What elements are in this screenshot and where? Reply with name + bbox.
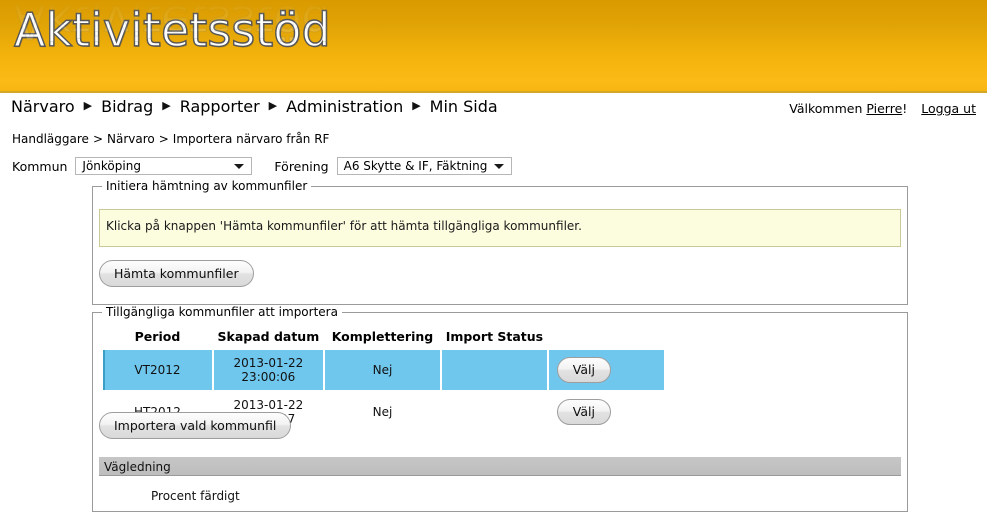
column-header-skapad-datum: Skapad datum	[217, 329, 320, 344]
cell-date: 2013-01-22	[233, 398, 304, 412]
nav-item-administration[interactable]: Administration	[286, 97, 403, 116]
breadcrumb-separator: >	[92, 132, 103, 146]
nav-item-bidrag[interactable]: Bidrag	[101, 97, 153, 116]
breadcrumb-item-handlaggare[interactable]: Handläggare	[12, 132, 89, 146]
guidance-title: Vägledning	[104, 460, 171, 474]
cell-action: Välj	[548, 350, 664, 390]
table-row[interactable]: VT2012 2013-01-22 23:00:06 Nej Välj	[103, 350, 664, 390]
column-header-komplettering: Komplettering	[331, 329, 434, 344]
nav-item-narvaro[interactable]: Närvaro	[11, 97, 75, 116]
guidance-section-header: Vägledning	[99, 457, 901, 476]
kommun-select[interactable]: Jönköping	[75, 157, 253, 175]
breadcrumb-separator: >	[158, 132, 169, 146]
cell-skapad-datum: 2013-01-22 23:00:06	[213, 350, 323, 390]
available-files-legend: Tillgängliga kommunfiler att importera	[102, 305, 342, 319]
cell-import-status	[442, 392, 547, 432]
nav-separator-icon: ▶	[268, 99, 278, 112]
cell-komplettering: Nej	[324, 350, 441, 390]
available-files-section: Tillgängliga kommunfiler att importera P…	[92, 305, 908, 512]
forening-selected-value: A6 Skytte & IF, Fäktning	[343, 159, 488, 173]
cell-komplettering: Nej	[372, 405, 393, 419]
info-message-box: Klicka på knappen 'Hämta kommunfiler' fö…	[99, 209, 901, 247]
nav-separator-icon: ▶	[162, 99, 171, 112]
banner-bottom-divider	[0, 91, 987, 93]
nav-separator-icon: ▶	[412, 99, 421, 112]
page-header-banner: Aktivitetsstöd Aktivitetsstöd	[0, 0, 987, 93]
nav-item-min-sida[interactable]: Min Sida	[430, 97, 498, 116]
info-message-text: Klicka på knappen 'Hämta kommunfiler' fö…	[106, 219, 582, 233]
chevron-down-icon	[234, 164, 245, 169]
nav-separator-icon: ▶	[83, 99, 93, 112]
kommun-label: Kommun	[12, 158, 68, 174]
filter-bar: Kommun Jönköping Förening A6 Skytte & IF…	[12, 156, 512, 176]
chevron-down-icon	[493, 164, 504, 169]
user-profile-link[interactable]: Pierre	[866, 101, 902, 116]
kommun-selected-value: Jönköping	[82, 159, 141, 173]
forening-select[interactable]: A6 Skytte & IF, Fäktning	[336, 157, 512, 175]
column-header-import-status: Import Status	[445, 329, 544, 344]
table-header-row: Period Skapad datum Komplettering Import…	[103, 327, 664, 348]
logout-link[interactable]: Logga ut	[921, 101, 976, 116]
column-header-action	[549, 327, 664, 348]
percent-complete-label: Procent färdigt	[151, 489, 240, 503]
initiate-fetch-section: Initiera hämtning av kommunfiler Klicka …	[92, 179, 908, 305]
cell-date: 2013-01-22	[233, 356, 304, 370]
cell-period: VT2012	[103, 350, 212, 390]
app-logo: Aktivitetsstöd Aktivitetsstöd	[13, 0, 334, 93]
nav-item-rapporter[interactable]: Rapporter	[180, 97, 260, 116]
select-file-button[interactable]: Välj	[556, 357, 611, 383]
welcome-suffix: !	[902, 101, 908, 116]
column-header-period: Period	[134, 329, 181, 344]
forening-label: Förening	[274, 158, 329, 174]
main-navigation: Närvaro ▶ Bidrag ▶ Rapporter ▶ Administr…	[0, 95, 987, 129]
cell-action: Välj	[549, 392, 664, 432]
initiate-fetch-legend: Initiera hämtning av kommunfiler	[102, 179, 312, 193]
fetch-municipality-files-button[interactable]: Hämta kommunfiler	[99, 260, 254, 287]
breadcrumb: Handläggare > Närvaro > Importera närvaro fr…	[12, 132, 329, 146]
app-logo-text: Aktivitetsstöd	[13, 2, 331, 57]
nav-items: Närvaro ▶ Bidrag ▶ Rapporter ▶ Administr…	[11, 97, 498, 116]
account-area: Välkommen Pierre! Logga ut	[789, 101, 976, 116]
breadcrumb-item-importera: Importera närvaro från RF	[172, 132, 330, 146]
cell-time: 23:00:06	[241, 370, 296, 384]
welcome-text: Välkommen	[789, 101, 867, 116]
select-file-button[interactable]: Välj	[556, 399, 611, 425]
import-selected-file-button[interactable]: Importera vald kommunfil	[99, 412, 292, 439]
breadcrumb-item-narvaro[interactable]: Närvaro	[107, 132, 155, 146]
cell-import-status	[442, 350, 547, 390]
